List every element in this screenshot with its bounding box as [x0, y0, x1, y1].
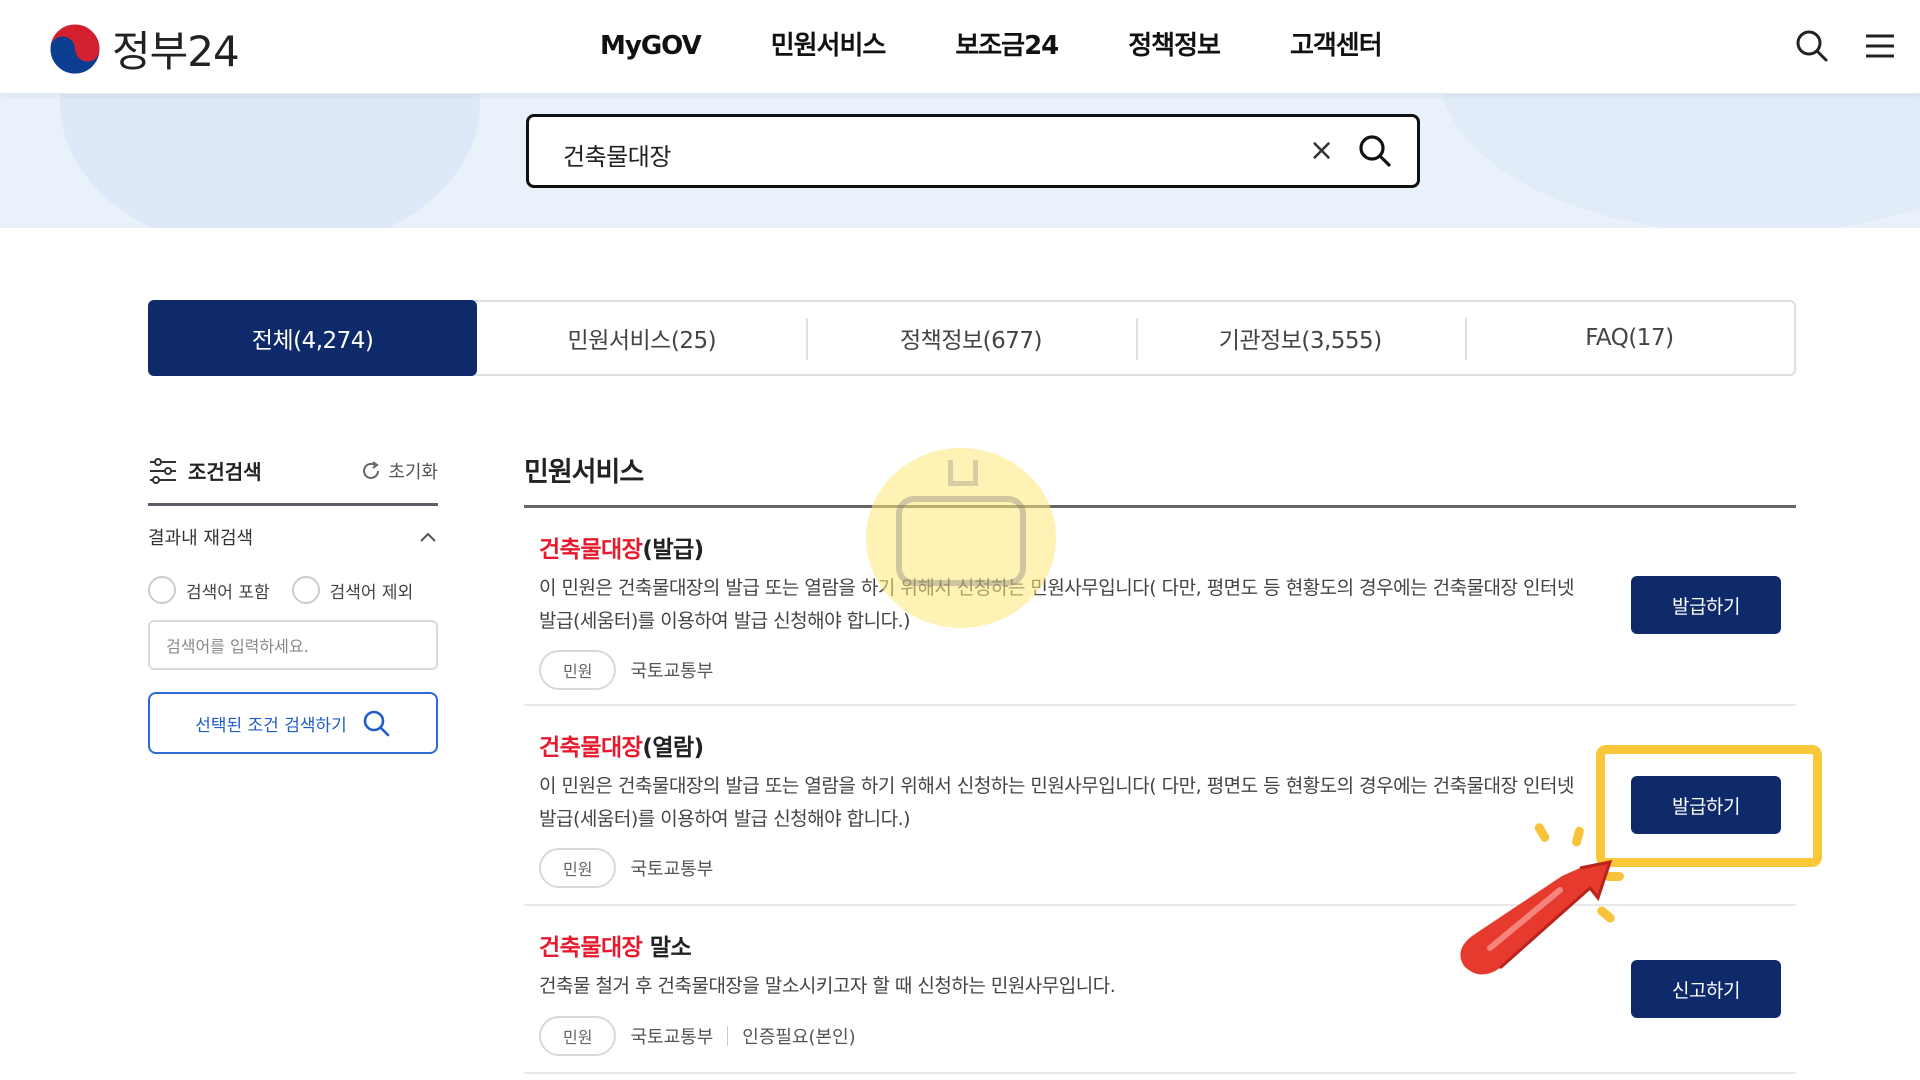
nav-policy-info[interactable]: 정책정보: [1128, 24, 1221, 68]
search-input[interactable]: 건축물대장 ×: [526, 114, 1420, 188]
reset-label: 초기화: [388, 461, 438, 483]
tab-civil-service[interactable]: 민원서비스(25): [477, 302, 806, 374]
radio-exclude-label: 검색어 제외: [329, 582, 414, 603]
watermark-logo: [866, 448, 1056, 628]
category-tag: 민원: [539, 650, 617, 690]
search-icon[interactable]: [1792, 26, 1832, 66]
nav-mygov[interactable]: MyGOV: [600, 24, 702, 68]
radio-include-label: 검색어 포함: [186, 582, 270, 603]
watermark-crown: [948, 460, 978, 486]
meta-divider: [727, 1026, 729, 1046]
search-band: 건축물대장 ×: [0, 94, 1920, 228]
pointer-arrow-icon: [1460, 860, 1613, 975]
agency-name: 국토교통부: [630, 661, 714, 682]
decorative-shape: [60, 94, 480, 228]
subsearch-options: 검색어 포함 검색어 제외: [148, 576, 438, 604]
taegeuk-logo-icon: [49, 23, 101, 74]
tab-agency-info[interactable]: 기관정보(3,555): [1135, 302, 1465, 374]
agency-name: 국토교통부: [630, 859, 714, 880]
decorative-shape: [1440, 94, 1920, 228]
condition-search-label: 선택된 조건 검색하기: [195, 715, 347, 736]
title-keyword: 건축물대장: [539, 935, 643, 961]
search-query-text: 건축물대장: [563, 143, 671, 171]
section-title: 민원서비스: [524, 440, 1796, 508]
sliders-icon: [150, 457, 176, 484]
logo-text: 정부24: [112, 27, 240, 76]
filter-title: 조건검색: [188, 460, 262, 484]
subsearch-input[interactable]: 검색어를 입력하세요.: [148, 620, 438, 670]
reset-button[interactable]: 초기화: [360, 458, 438, 484]
result-description: 이 민원은 건축물대장의 발급 또는 열람을 하기 위해서 신청하는 민원사무입…: [539, 577, 1575, 632]
title-suffix: 말소: [642, 935, 692, 961]
nav-customer-center[interactable]: 고객센터: [1290, 24, 1383, 68]
hamburger-menu-icon[interactable]: [1860, 26, 1900, 66]
result-meta: 민원 국토교통부: [539, 848, 713, 888]
radio-circle[interactable]: [291, 576, 320, 604]
category-tag: 민원: [539, 848, 617, 888]
refresh-icon: [363, 460, 380, 479]
logo[interactable]: 정부24: [48, 18, 240, 79]
main-nav: MyGOV 민원서비스 보조금24 정책정보 고객센터: [600, 24, 1452, 68]
tab-policy-info[interactable]: 정책정보(677): [806, 302, 1135, 374]
title-keyword: 건축물대장: [539, 537, 643, 563]
title-suffix: (발급): [642, 537, 704, 563]
filter-header: 조건검색 초기화: [148, 450, 438, 506]
radio-exclude-keyword[interactable]: 검색어 제외: [291, 576, 414, 604]
agency-name: 국토교통부: [630, 1027, 714, 1048]
result-title[interactable]: 건축물대장(발급): [539, 530, 704, 564]
chevron-up-icon[interactable]: [418, 531, 438, 543]
result-meta: 민원 국토교통부 인증필요(본인): [539, 1016, 856, 1056]
watermark-face: [896, 496, 1026, 586]
title-keyword: 건축물대장: [539, 735, 643, 761]
auth-required: 인증필요(본인): [742, 1027, 856, 1048]
subsearch-title: 결과내 재검색: [148, 528, 254, 549]
result-description: 이 민원은 건축물대장의 발급 또는 열람을 하기 위해서 신청하는 민원사무입…: [539, 775, 1575, 830]
radio-include-keyword[interactable]: 검색어 포함: [148, 576, 270, 604]
tab-faq[interactable]: FAQ(17): [1464, 302, 1794, 374]
clear-icon[interactable]: ×: [1309, 133, 1334, 168]
filter-sidebar: 조건검색 초기화 결과내 재검색 검색어 포함 검색어 제외 검색어를 입력하세…: [148, 450, 438, 754]
title-suffix: (열람): [642, 735, 704, 761]
result-title[interactable]: 건축물대장(열람): [539, 728, 704, 762]
result-item: 건축물대장(발급) 이 민원은 건축물대장의 발급 또는 열람을 하기 위해서 …: [524, 508, 1796, 706]
result-meta: 민원 국토교통부: [539, 650, 713, 690]
search-icon: [363, 710, 390, 737]
report-button[interactable]: 신고하기: [1631, 960, 1781, 1018]
result-title[interactable]: 건축물대장 말소: [539, 928, 692, 962]
subsearch-header[interactable]: 결과내 재검색: [148, 524, 438, 550]
site-header: 정부24 MyGOV 민원서비스 보조금24 정책정보 고객센터: [0, 0, 1920, 94]
radio-circle[interactable]: [148, 576, 176, 604]
search-icon[interactable]: [1355, 131, 1395, 171]
nav-subsidy24[interactable]: 보조금24: [955, 24, 1059, 68]
result-tabs: 전체(4,274) 민원서비스(25) 정책정보(677) 기관정보(3,555…: [148, 300, 1796, 376]
category-tag: 민원: [539, 1016, 617, 1056]
issue-button[interactable]: 발급하기: [1631, 576, 1781, 634]
tab-all[interactable]: 전체(4,274): [148, 300, 478, 376]
condition-search-button[interactable]: 선택된 조건 검색하기: [148, 692, 438, 754]
nav-civil-service[interactable]: 민원서비스: [771, 24, 887, 68]
